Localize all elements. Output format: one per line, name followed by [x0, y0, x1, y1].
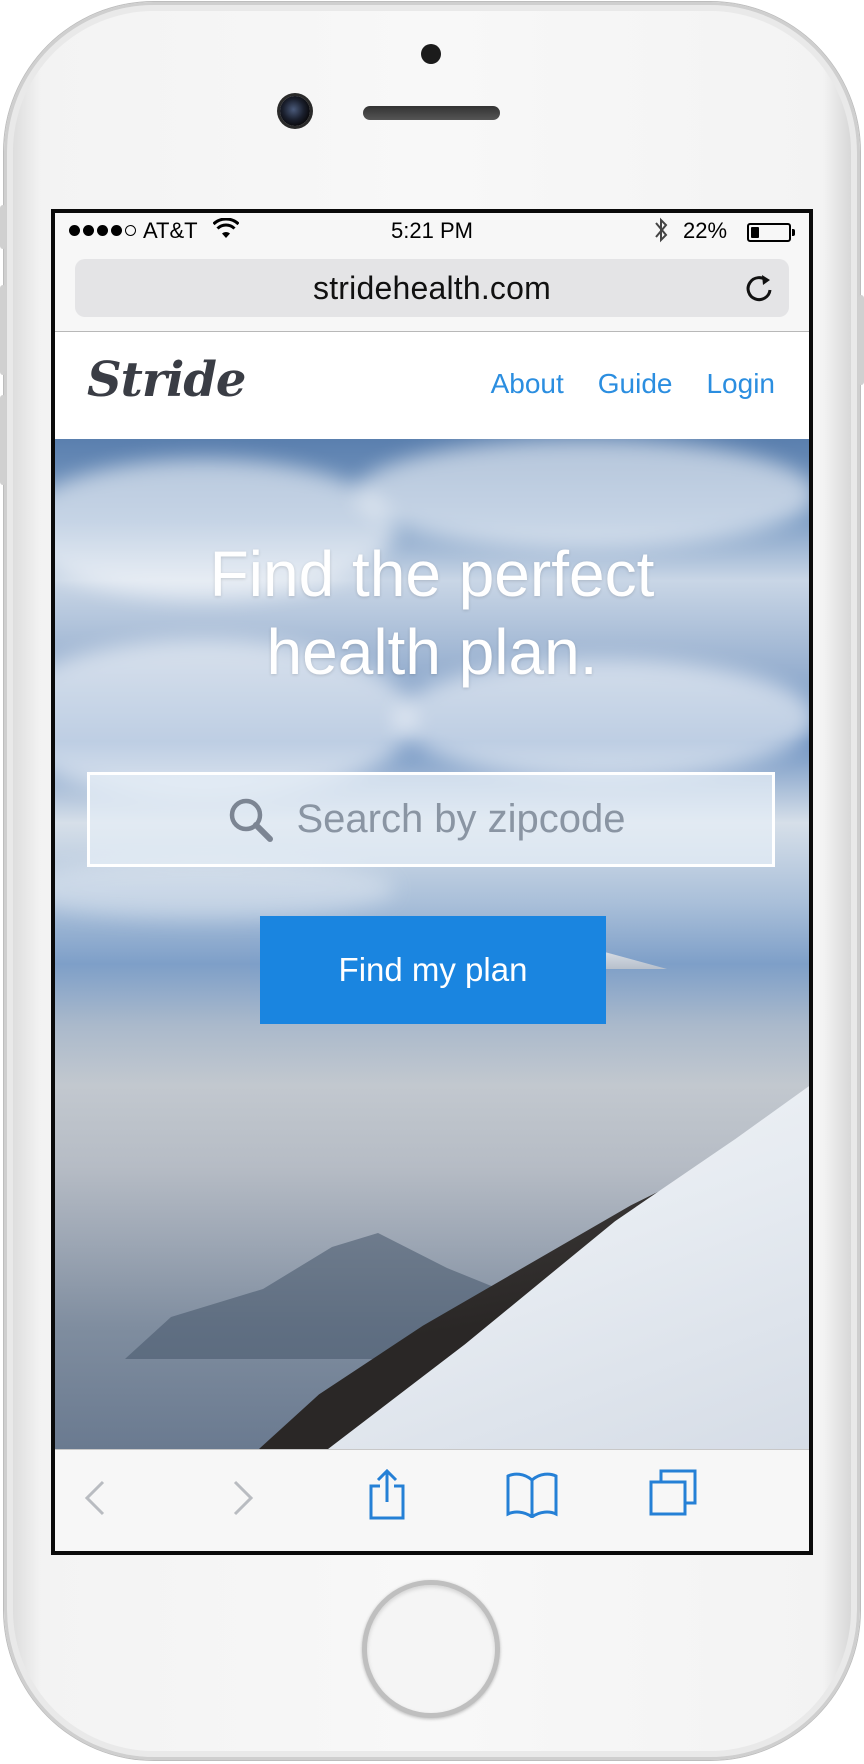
zipcode-search-input[interactable]: Search by zipcode — [87, 772, 775, 867]
hero-background-cloud — [55, 859, 395, 919]
hero-background-cloud — [355, 439, 809, 549]
bookmarks-icon[interactable] — [505, 1470, 559, 1518]
front-camera-icon — [280, 96, 310, 126]
stride-logo[interactable]: Stride — [87, 352, 246, 408]
volume-down-button — [0, 395, 6, 485]
status-bar: AT&T 5:21 PM 22% — [55, 213, 809, 249]
hero-title: Find the perfect health plan. — [55, 535, 809, 691]
nav-link-login[interactable]: Login — [706, 368, 775, 400]
url-text: stridehealth.com — [313, 269, 551, 306]
reload-icon[interactable] — [743, 272, 775, 304]
tabs-icon[interactable] — [647, 1468, 699, 1518]
hero-title-line-2: health plan. — [266, 616, 598, 688]
site-nav: About Guide Login — [491, 368, 775, 400]
battery-icon — [747, 223, 795, 242]
volume-up-button — [0, 285, 6, 375]
search-icon — [229, 798, 273, 842]
battery-percent: 22% — [683, 218, 728, 243]
hero-title-line-1: Find the perfect — [209, 538, 655, 610]
home-button[interactable] — [362, 1580, 500, 1718]
address-bar[interactable]: stridehealth.com — [75, 259, 789, 317]
nav-link-about[interactable]: About — [491, 368, 564, 400]
safari-browser: AT&T 5:21 PM 22% stridehealth.com Stride… — [55, 213, 809, 1551]
forward-icon[interactable] — [231, 1478, 255, 1518]
search-placeholder: Search by zipcode — [296, 797, 626, 841]
safari-bottom-toolbar — [55, 1449, 809, 1551]
earpiece-speaker — [363, 106, 500, 120]
bluetooth-icon — [655, 217, 668, 243]
mute-switch — [0, 205, 6, 249]
site-header: Stride About Guide Login — [55, 332, 809, 439]
power-button — [858, 295, 864, 385]
hero-section: Find the perfect health plan. Search by … — [55, 439, 809, 1449]
share-icon[interactable] — [367, 1468, 407, 1522]
nav-link-guide[interactable]: Guide — [598, 368, 673, 400]
find-my-plan-button[interactable]: Find my plan — [260, 916, 606, 1024]
back-icon[interactable] — [83, 1478, 107, 1518]
screen: AT&T 5:21 PM 22% stridehealth.com Stride… — [51, 209, 813, 1555]
proximity-sensor — [421, 44, 441, 64]
